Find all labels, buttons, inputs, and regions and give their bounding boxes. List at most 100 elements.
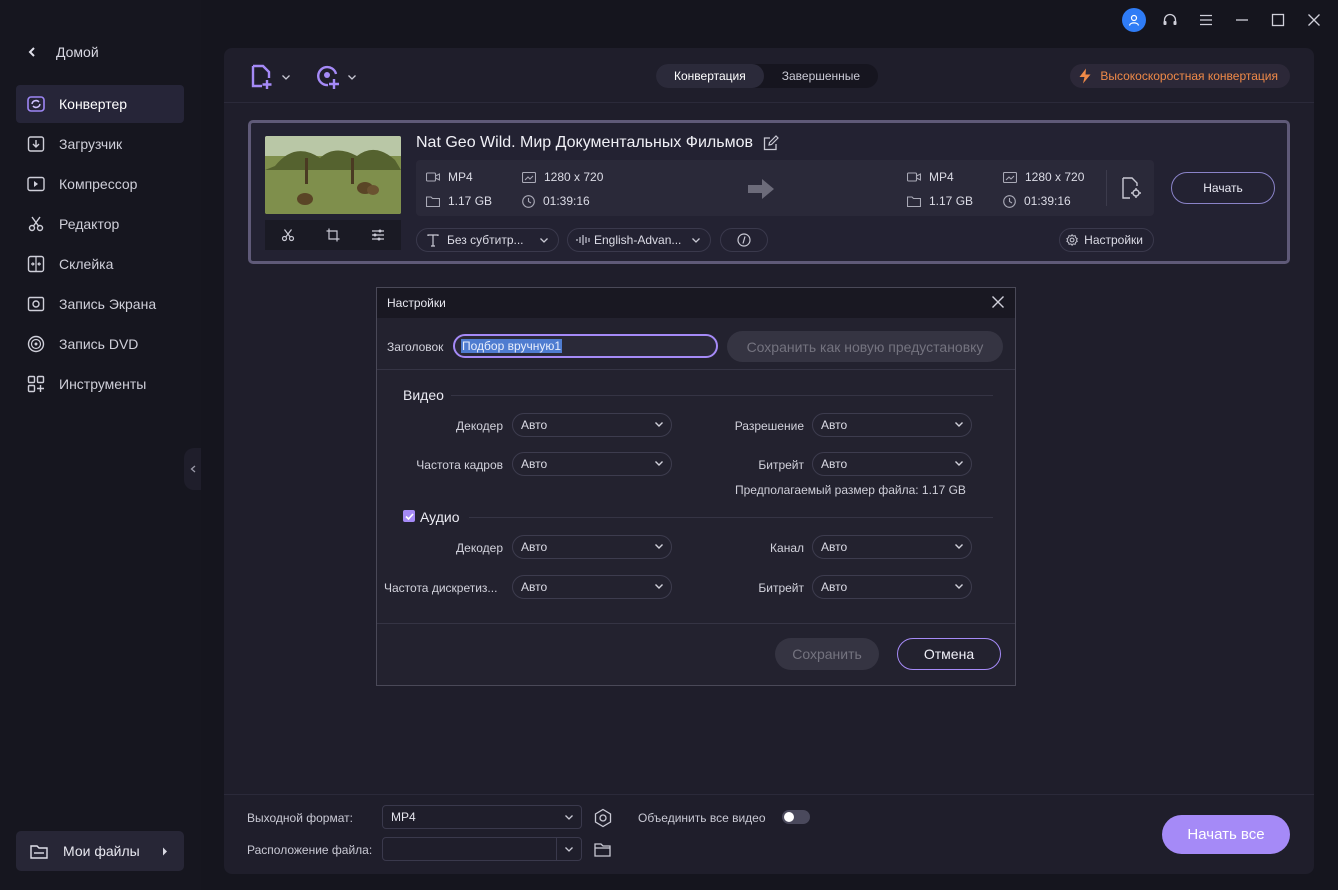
preset-name-input[interactable]: Подбор вручную1: [453, 334, 718, 358]
close-window-button[interactable]: [1302, 8, 1326, 32]
menu-button[interactable]: [1194, 8, 1218, 32]
samplerate-select[interactable]: Авто: [512, 575, 672, 599]
audio-section-line: [469, 517, 993, 518]
chevron-down-icon: [655, 461, 663, 466]
video-bitrate-label: Битрейт: [758, 458, 804, 472]
home-link[interactable]: Домой: [28, 42, 99, 62]
edit-icon[interactable]: [763, 135, 779, 151]
download-icon: [26, 134, 46, 154]
sidebar-item-compressor[interactable]: Компрессор: [16, 165, 184, 203]
chevron-down-icon: [955, 422, 963, 427]
cancel-button[interactable]: Отмена: [897, 638, 1001, 670]
folder-icon: [907, 195, 921, 207]
target-duration-value: 01:39:16: [1024, 194, 1071, 208]
trim-button[interactable]: [281, 228, 295, 242]
my-files-button[interactable]: Мои файлы: [16, 831, 184, 871]
dvd-icon: [26, 334, 46, 354]
video-bitrate-select[interactable]: Авто: [812, 452, 972, 476]
select-divider: [556, 838, 557, 860]
sidebar-collapse-button[interactable]: [184, 448, 201, 490]
screen-record-icon: [26, 294, 46, 314]
settings-button[interactable]: Настройки: [1059, 228, 1154, 252]
video-section-title: Видео: [403, 387, 444, 403]
audio-checkbox[interactable]: [403, 510, 415, 522]
tab-converting[interactable]: Конвертация: [656, 64, 764, 88]
close-icon[interactable]: [991, 295, 1005, 309]
maximize-button[interactable]: [1266, 8, 1290, 32]
audio-decoder-value: Авто: [521, 540, 548, 554]
merge-videos-toggle[interactable]: [782, 810, 810, 824]
audio-bitrate-select[interactable]: Авто: [812, 575, 972, 599]
dialog-footer-divider: [377, 623, 1015, 624]
video-resolution-label: Разрешение: [734, 419, 804, 433]
info-button[interactable]: [720, 228, 768, 252]
output-settings-icon[interactable]: [1120, 177, 1142, 199]
sidebar-item-merge[interactable]: Склейка: [16, 245, 184, 283]
video-resolution-select[interactable]: Авто: [812, 413, 972, 437]
audio-bitrate-label: Битрейт: [758, 581, 804, 595]
open-folder-icon[interactable]: [594, 842, 612, 857]
channel-select[interactable]: Авто: [812, 535, 972, 559]
bottom-divider: [224, 794, 1314, 795]
save-as-preset-button[interactable]: Сохранить как новую предустановку: [727, 331, 1003, 362]
output-format-select[interactable]: MP4: [382, 805, 582, 829]
audio-track-select[interactable]: English-Advan...: [567, 228, 711, 252]
video-section-line: [451, 395, 993, 396]
save-button[interactable]: Сохранить: [775, 638, 879, 670]
output-format-settings-icon[interactable]: [593, 808, 613, 828]
effects-button[interactable]: [371, 228, 385, 242]
sidebar-item-label: Конвертер: [59, 96, 128, 112]
info-divider: [1106, 170, 1107, 206]
chevron-down-icon: [655, 584, 663, 589]
sidebar-item-screen-recorder[interactable]: Запись Экрана: [16, 285, 184, 323]
video-resolution-value: Авто: [821, 418, 848, 432]
audio-section-title: Аудио: [420, 509, 460, 525]
sidebar-item-label: Запись Экрана: [59, 296, 157, 312]
source-duration-value: 01:39:16: [543, 194, 590, 208]
sidebar-item-label: Запись DVD: [59, 336, 139, 352]
converter-icon: [26, 94, 46, 114]
sidebar-item-converter[interactable]: Конвертер: [16, 85, 184, 123]
crop-button[interactable]: [326, 228, 340, 242]
chevron-left-icon: [190, 465, 195, 473]
add-files-button[interactable]: [250, 64, 290, 90]
sidebar: Домой Конвертер Загрузчик Компрессор Ред…: [0, 0, 201, 890]
minimize-button[interactable]: [1230, 8, 1254, 32]
support-button[interactable]: [1158, 8, 1182, 32]
back-arrow-icon: [28, 47, 35, 57]
sidebar-item-label: Редактор: [59, 216, 120, 232]
clock-icon: [522, 194, 535, 208]
minimize-icon: [1236, 19, 1248, 21]
tab-finished[interactable]: Завершенные: [764, 64, 878, 88]
chevron-down-icon: [540, 237, 548, 243]
avatar[interactable]: [1122, 8, 1146, 32]
scissors-icon: [26, 214, 46, 234]
chevron-down-icon: [655, 422, 663, 427]
preset-name-label: Заголовок: [387, 340, 444, 354]
folder-icon: [30, 844, 48, 859]
file-location-select[interactable]: [382, 837, 582, 861]
video-thumbnail[interactable]: [265, 136, 401, 214]
chevron-down-icon: [955, 544, 963, 549]
video-decoder-value: Авто: [521, 418, 548, 432]
start-all-button[interactable]: Начать все: [1162, 815, 1290, 854]
gear-icon: [1066, 234, 1078, 246]
target-duration: 01:39:16: [1003, 194, 1071, 208]
sidebar-item-label: Компрессор: [59, 176, 138, 192]
start-button[interactable]: Начать: [1171, 172, 1275, 204]
video-format-icon: [907, 172, 921, 182]
crop-icon: [326, 228, 340, 242]
sidebar-item-downloader[interactable]: Загрузчик: [16, 125, 184, 163]
toolbar-divider: [224, 102, 1314, 103]
sidebar-item-dvd[interactable]: Запись DVD: [16, 325, 184, 363]
audio-decoder-select[interactable]: Авто: [512, 535, 672, 559]
add-dvd-button[interactable]: [316, 64, 356, 90]
video-decoder-select[interactable]: Авто: [512, 413, 672, 437]
high-speed-toggle[interactable]: Высокоскоростная конвертация: [1070, 64, 1290, 88]
framerate-select[interactable]: Авто: [512, 452, 672, 476]
scissors-icon: [281, 229, 294, 242]
source-size: 1.17 GB: [426, 194, 492, 208]
sidebar-item-tools[interactable]: Инструменты: [16, 365, 184, 403]
subtitle-select[interactable]: Без субтитр...: [416, 228, 559, 252]
sidebar-item-editor[interactable]: Редактор: [16, 205, 184, 243]
